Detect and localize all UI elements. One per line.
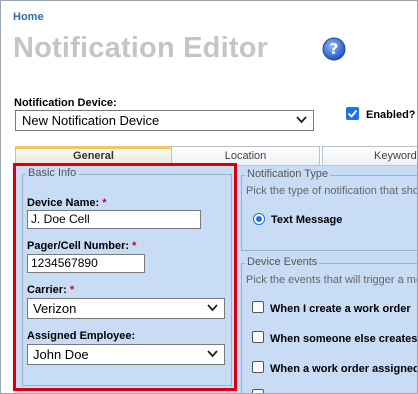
device-select-value: New Notification Device: [22, 113, 160, 128]
event-checkbox[interactable]: [252, 389, 264, 393]
event-label: When a work order assigned: [270, 363, 418, 375]
device-label: Notification Device:: [14, 97, 117, 109]
svg-text:?: ?: [330, 40, 339, 58]
device-select[interactable]: New Notification Device: [15, 110, 314, 131]
notification-type-hint: Pick the type of notification that sho: [246, 185, 418, 197]
text-message-label: Text Message: [271, 214, 343, 226]
device-events-hint: Pick the events that will trigger a me: [246, 274, 418, 286]
breadcrumb-home[interactable]: Home: [13, 11, 44, 23]
event-label: When I create a work order: [270, 303, 411, 315]
event-checkbox[interactable]: [252, 361, 264, 373]
chevron-down-icon: [296, 116, 307, 124]
notification-type-legend: Notification Type: [245, 168, 331, 180]
enabled-checkbox[interactable]: [346, 107, 359, 120]
event-checkbox[interactable]: [252, 331, 264, 343]
checkmark-icon: [347, 109, 358, 118]
page-frame: Home Notification Editor ? Notification …: [0, 0, 418, 394]
tab-keywords[interactable]: Keywords: [322, 146, 417, 165]
device-events-legend: Device Events: [245, 256, 320, 268]
page-title: Notification Editor: [13, 32, 269, 64]
text-message-radio[interactable]: [253, 213, 265, 225]
event-checkbox[interactable]: [252, 301, 264, 313]
help-icon[interactable]: ?: [322, 37, 346, 61]
enabled-label: Enabled?: [366, 109, 416, 121]
highlight-box: [13, 163, 237, 391]
event-label: When someone else creates: [270, 333, 418, 345]
